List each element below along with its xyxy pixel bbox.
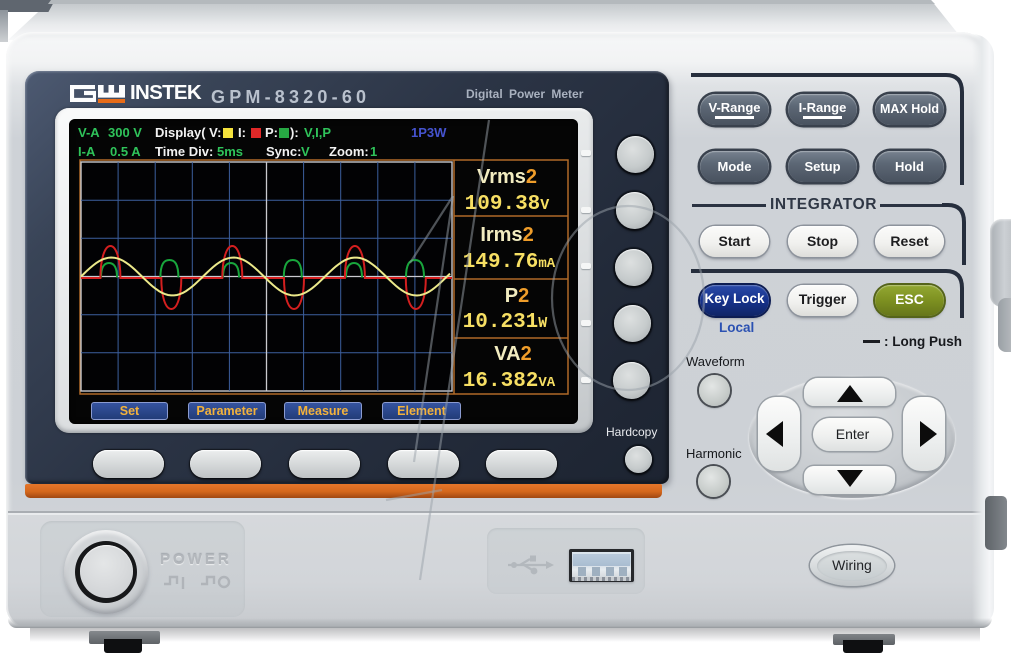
svg-text:109.38V: 109.38V bbox=[465, 193, 550, 216]
svg-text:Vrms2: Vrms2 bbox=[477, 166, 537, 188]
svg-text:Irms2: Irms2 bbox=[480, 224, 533, 246]
svg-text:P2: P2 bbox=[505, 285, 529, 307]
svg-text:10.231W: 10.231W bbox=[463, 311, 548, 334]
svg-text:149.76mA: 149.76mA bbox=[463, 251, 556, 274]
svg-text:16.382VA: 16.382VA bbox=[463, 370, 556, 393]
svg-text:VA2: VA2 bbox=[494, 343, 531, 365]
